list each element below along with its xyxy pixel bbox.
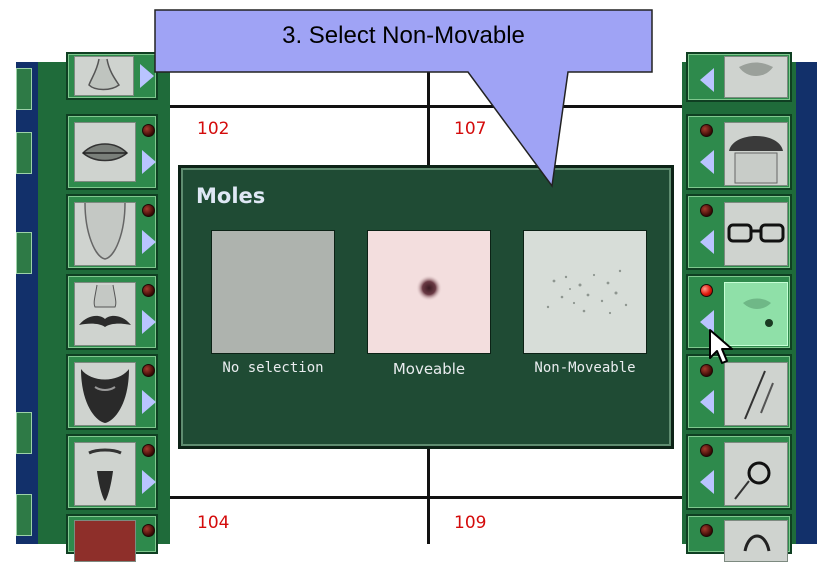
option-moveable[interactable]: Moveable [367, 230, 491, 378]
left-strip-tab[interactable] [16, 68, 32, 110]
next-arrow-icon[interactable] [142, 470, 156, 494]
option-non-moveable[interactable]: Non-Moveable [523, 230, 647, 376]
feature-tile-accessory[interactable] [686, 514, 792, 562]
prev-arrow-icon[interactable] [700, 470, 714, 494]
moles-dialog: Moles No selection Moveable Non-Moveable [178, 165, 674, 449]
cell-number: 109 [454, 513, 487, 533]
cell-number: 104 [197, 513, 230, 533]
mouse-pointer-icon [709, 329, 733, 364]
option-label: Non-Moveable [534, 360, 636, 376]
feature-tile-earring[interactable] [686, 434, 792, 510]
indicator-dot [142, 364, 155, 377]
indicator-dot [700, 124, 713, 137]
feature-tile-mustache[interactable] [66, 274, 158, 350]
callout-text: 3. Select Non-Movable [282, 22, 525, 49]
indicator-dot [142, 284, 155, 297]
mustache-icon [74, 282, 136, 346]
skin-color-icon [74, 520, 136, 562]
feature-tile-mouth[interactable] [686, 52, 792, 102]
mole-dot-icon [416, 275, 442, 301]
feature-tile-goatee[interactable] [66, 434, 158, 510]
cell-number: 107 [454, 119, 487, 139]
prev-arrow-icon[interactable] [700, 390, 714, 414]
chin-icon [74, 202, 136, 266]
next-arrow-icon[interactable] [142, 230, 156, 254]
glasses-icon [724, 202, 788, 266]
feature-tile-beard[interactable] [66, 354, 158, 430]
left-edge [0, 62, 16, 544]
left-feature-palette [38, 52, 170, 562]
scar-icon [724, 362, 788, 426]
next-arrow-icon[interactable] [142, 150, 156, 174]
feature-tile-skin[interactable] [66, 514, 158, 562]
cell-number: 102 [197, 119, 230, 139]
left-strip-tab[interactable] [16, 232, 32, 274]
feature-tile-scar[interactable] [686, 354, 792, 430]
swatch-no-selection[interactable] [211, 230, 335, 354]
indicator-dot [142, 124, 155, 137]
indicator-dot [142, 204, 155, 217]
next-arrow-icon[interactable] [142, 310, 156, 334]
next-arrow-icon[interactable] [140, 64, 154, 88]
lips-icon [74, 122, 136, 182]
next-arrow-icon[interactable] [142, 390, 156, 414]
option-label: No selection [222, 360, 324, 376]
indicator-dot [142, 524, 155, 537]
prev-arrow-icon[interactable] [700, 68, 714, 92]
prev-arrow-icon[interactable] [700, 150, 714, 174]
grid-divider [170, 105, 682, 108]
right-edge [796, 62, 817, 544]
beard-icon [74, 362, 136, 426]
feature-tile-cap[interactable] [686, 114, 792, 190]
feature-tile-lips[interactable] [66, 114, 158, 190]
swatch-moveable[interactable] [367, 230, 491, 354]
feature-tile-glasses[interactable] [686, 194, 792, 270]
right-feature-palette [682, 52, 798, 562]
indicator-dot [142, 444, 155, 457]
option-label: Moveable [392, 360, 466, 378]
feature-tile-chin[interactable] [66, 194, 158, 270]
left-strip-tab[interactable] [16, 494, 32, 536]
feature-tile-nose[interactable] [66, 52, 158, 100]
option-no-selection[interactable]: No selection [211, 230, 335, 376]
active-indicator-dot [700, 284, 713, 297]
indicator-dot [700, 444, 713, 457]
freckles-icon [546, 269, 628, 315]
swatch-non-moveable[interactable] [523, 230, 647, 354]
feature-tile-mole[interactable] [686, 274, 792, 350]
indicator-dot [700, 204, 713, 217]
prev-arrow-icon[interactable] [700, 230, 714, 254]
dialog-title: Moles [196, 184, 266, 208]
earring-icon [724, 442, 788, 506]
left-strip-tab[interactable] [16, 412, 32, 454]
left-strip-tab[interactable] [16, 132, 32, 174]
mouth-icon [724, 56, 788, 98]
nose-icon [74, 56, 134, 96]
indicator-dot [700, 524, 713, 537]
grid-divider [170, 496, 682, 499]
goatee-icon [74, 442, 136, 506]
accessory-icon [724, 520, 788, 562]
cap-icon [724, 122, 788, 186]
